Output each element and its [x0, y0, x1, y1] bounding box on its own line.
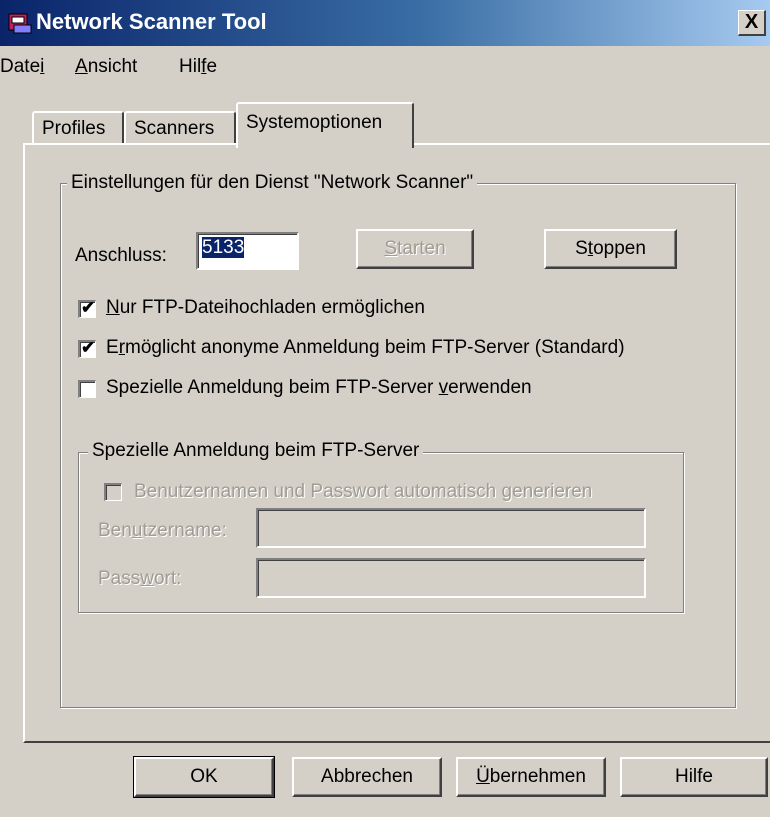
- username-label: Benutzername:: [98, 520, 227, 541]
- stop-button[interactable]: Stoppen: [544, 229, 677, 269]
- menu-hilfe[interactable]: Hilfe: [179, 56, 217, 78]
- apply-button[interactable]: Übernehmen: [456, 757, 606, 797]
- title-bar: Network Scanner Tool X: [0, 0, 770, 46]
- password-label: Passwort:: [98, 568, 182, 589]
- password-input[interactable]: [256, 558, 646, 598]
- tab-profiles[interactable]: Profiles: [32, 111, 124, 145]
- tab-systemoptionen[interactable]: Systemoptionen: [236, 102, 414, 148]
- checkmark-icon: ✔: [81, 298, 96, 317]
- service-settings-group-title: Einstellungen für den Dienst "Network Sc…: [67, 172, 478, 194]
- autogen-credentials-checkbox[interactable]: [104, 483, 122, 501]
- upload-only-label: Nur FTP-Dateihochladen ermöglichen: [106, 297, 425, 318]
- tab-scanners[interactable]: Scanners: [124, 111, 236, 145]
- anonymous-login-checkbox[interactable]: ✔: [78, 338, 96, 358]
- start-button[interactable]: Starten: [356, 229, 474, 269]
- autogen-credentials-label: Benutzernamen und Passwort automatisch g…: [134, 481, 593, 502]
- special-login-label: Spezielle Anmeldung beim FTP-Server verw…: [106, 377, 532, 398]
- menu-bar: Datei Ansicht Hilfe: [0, 56, 770, 84]
- menu-datei[interactable]: Datei: [0, 56, 44, 78]
- port-label: Anschluss:: [75, 245, 167, 266]
- ok-button[interactable]: OK: [133, 756, 275, 798]
- close-icon: X: [744, 11, 759, 33]
- checkmark-icon: ✔: [81, 338, 96, 357]
- cancel-button[interactable]: Abbrechen: [292, 757, 442, 797]
- anonymous-login-label: Ermöglicht anonyme Anmeldung beim FTP-Se…: [106, 337, 625, 358]
- ftp-login-group-title: Spezielle Anmeldung beim FTP-Server: [88, 440, 424, 462]
- upload-only-checkbox[interactable]: ✔: [78, 298, 96, 318]
- help-button[interactable]: Hilfe: [620, 757, 768, 797]
- port-input[interactable]: 5133: [196, 232, 299, 270]
- username-input[interactable]: [256, 508, 646, 548]
- special-login-checkbox[interactable]: [78, 380, 96, 398]
- scanner-app-icon: [8, 13, 32, 34]
- port-input-value: 5133: [202, 237, 245, 258]
- menu-ansicht[interactable]: Ansicht: [75, 56, 137, 78]
- close-button[interactable]: X: [738, 10, 766, 36]
- window-title: Network Scanner Tool: [36, 9, 267, 34]
